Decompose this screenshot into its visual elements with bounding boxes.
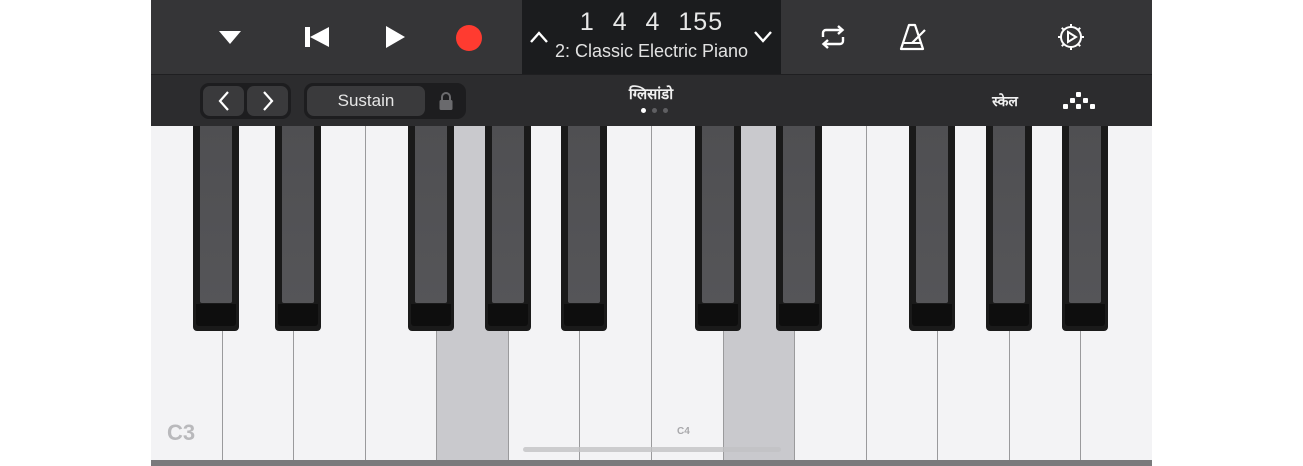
- black-key-a-sharp-4[interactable]: [1062, 126, 1108, 331]
- loop-button[interactable]: [815, 21, 851, 53]
- black-key-d-sharp-4[interactable]: [776, 126, 822, 331]
- arpeggiator-icon: [1063, 92, 1095, 109]
- skip-back-icon: [305, 27, 329, 47]
- black-key-g-sharp-3[interactable]: [485, 126, 531, 331]
- song-position-counter: 1 4 4 155: [579, 8, 724, 36]
- black-key-f-sharp-4[interactable]: [909, 126, 955, 331]
- black-key-a-sharp-3[interactable]: [561, 126, 607, 331]
- arpeggiator-button[interactable]: [1057, 87, 1101, 115]
- track-menu-button[interactable]: [215, 22, 245, 52]
- metronome-icon: [899, 23, 926, 51]
- play-icon: [386, 26, 405, 48]
- black-key-c-sharp-4[interactable]: [695, 126, 741, 331]
- sustain-button[interactable]: Sustain: [307, 86, 425, 116]
- triangle-down-icon: [219, 31, 241, 44]
- page-dot-3: [663, 108, 668, 113]
- black-key-f-sharp-3[interactable]: [408, 126, 454, 331]
- page-dot-1: [641, 108, 646, 113]
- octave-shift-control: [200, 83, 291, 119]
- black-key-g-sharp-4[interactable]: [986, 126, 1032, 331]
- key-label-c4: C4: [677, 426, 690, 437]
- rewind-button[interactable]: [301, 22, 333, 52]
- home-indicator: [523, 447, 781, 452]
- loop-icon: [821, 25, 845, 49]
- black-key-c-sharp-3[interactable]: [193, 126, 239, 331]
- lock-icon: [439, 92, 453, 110]
- top-toolbar: 1 4 4 155 2: Classic Electric Piano: [151, 0, 1152, 75]
- garageband-app: 1 4 4 155 2: Classic Electric Piano Sust…: [151, 0, 1152, 466]
- settings-button[interactable]: [1054, 20, 1088, 54]
- octave-up-button[interactable]: [247, 86, 288, 116]
- next-instrument-button[interactable]: [752, 26, 774, 48]
- instrument-name: 2: Classic Electric Piano: [554, 41, 749, 61]
- record-button[interactable]: [452, 21, 486, 55]
- record-icon: [456, 25, 482, 51]
- keyboard-control-bar: Sustain ग्लिसांडो स्केल: [151, 75, 1152, 126]
- octave-down-button[interactable]: [203, 86, 244, 116]
- sustain-lock-button[interactable]: [433, 89, 459, 113]
- page-dot-2: [652, 108, 657, 113]
- chevron-down-icon: [754, 31, 772, 43]
- chevron-left-icon: [218, 91, 229, 111]
- piano-keyboard: C3 C4: [151, 126, 1152, 466]
- sustain-control: Sustain: [304, 83, 466, 119]
- keyboard-mode-label[interactable]: ग्लिसांडो: [591, 84, 711, 104]
- gear-icon: [1058, 24, 1084, 50]
- key-label-c3: C3: [167, 420, 196, 445]
- chevron-right-icon: [262, 91, 273, 111]
- sustain-label: Sustain: [337, 91, 395, 110]
- metronome-button[interactable]: [896, 20, 930, 54]
- black-key-d-sharp-3[interactable]: [275, 126, 321, 331]
- play-button[interactable]: [379, 22, 411, 52]
- lcd-display[interactable]: 1 4 4 155 2: Classic Electric Piano: [522, 0, 781, 74]
- scale-button[interactable]: स्केल: [981, 92, 1029, 111]
